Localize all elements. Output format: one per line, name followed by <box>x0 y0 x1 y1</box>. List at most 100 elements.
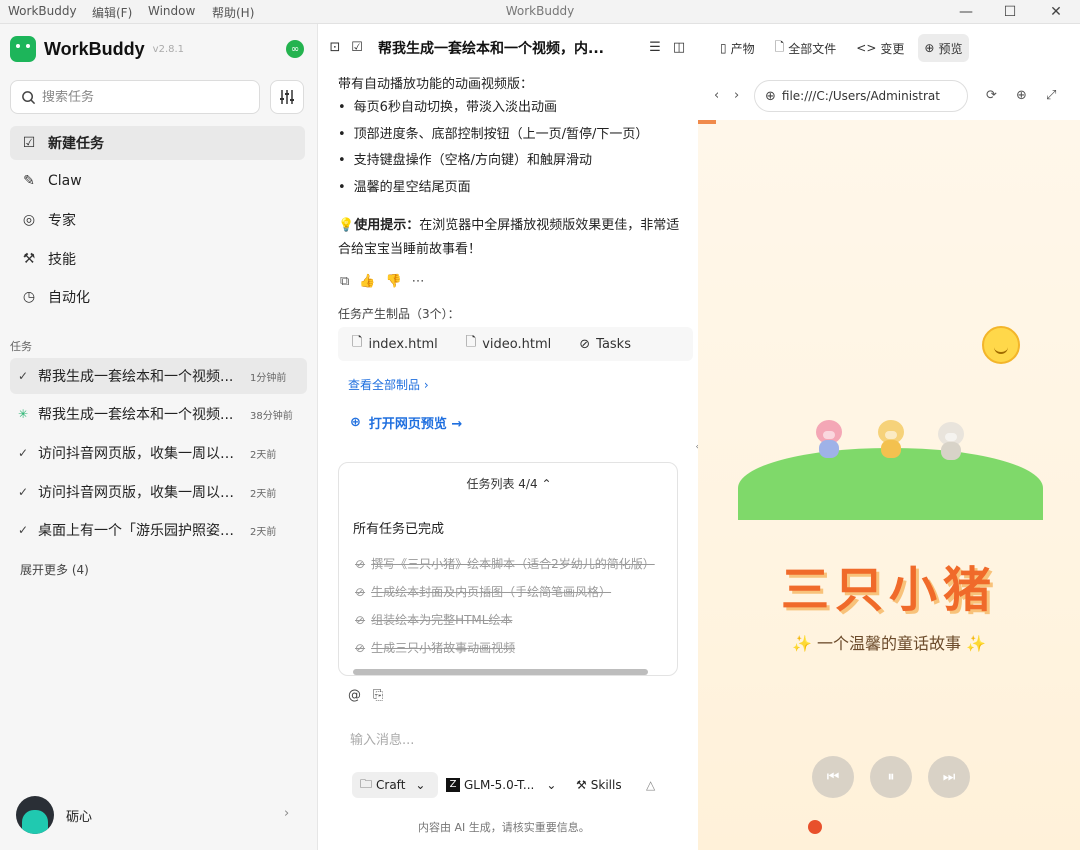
url-input[interactable] <box>781 89 952 103</box>
send-button[interactable]: △ <box>646 772 655 798</box>
tab-artifacts[interactable]: ▯ 产物 <box>714 34 761 62</box>
menu-edit[interactable]: 编辑(F) <box>92 4 132 21</box>
artifact-tasks[interactable]: ⊘ Tasks <box>579 337 631 352</box>
nav-claw[interactable]: ✎ Claw <box>10 164 305 198</box>
chevron-down-icon: ⌄ <box>546 778 557 792</box>
pig-illustration <box>938 422 964 464</box>
search-icon <box>22 90 36 104</box>
artifact-index[interactable]: 🗋 index.html <box>352 333 438 355</box>
task-title: 访问抖音网页版，收集一周以内... <box>38 446 246 462</box>
lightbulb-icon: 💡 <box>338 218 355 233</box>
file-icon: ▯ <box>720 41 727 55</box>
task-list-count: 任务列表 4/4 <box>466 477 538 491</box>
task-item[interactable]: ✓ 访问抖音网页版，收集一周以内... 2天前 <box>10 474 307 510</box>
chevron-right-icon[interactable]: › <box>284 806 289 821</box>
copy-icon[interactable]: ⧉ <box>340 274 349 289</box>
refresh-icon[interactable]: ⟳ <box>986 88 997 103</box>
filter-button[interactable] <box>270 80 304 114</box>
chat-title: 帮我生成一套绘本和一个视频，内... <box>378 41 604 57</box>
nav-expert[interactable]: ◎ 专家 <box>10 203 305 237</box>
tab-label: 预览 <box>938 41 963 56</box>
model-selector[interactable]: Z GLM-5.0-T... ⌄ <box>446 772 556 798</box>
check-circle-icon: ⊘ <box>355 556 366 571</box>
skills-button[interactable]: ⚒ Skills <box>576 772 622 798</box>
horizontal-scrollbar[interactable] <box>353 669 648 675</box>
attach-icon[interactable]: ⎘ <box>373 688 383 703</box>
check-icon: ✓ <box>18 523 29 537</box>
mode-selector[interactable]: 🗀 Craft ⌄ <box>352 772 438 798</box>
send-icon: △ <box>646 778 656 792</box>
task-item[interactable]: ✳ 帮我生成一套绘本和一个视频... 38分钟前 <box>10 396 307 432</box>
task-item[interactable]: ✓ 访问抖音网页版，收集一周以内... 2天前 <box>10 435 307 471</box>
search-input[interactable] <box>42 89 242 105</box>
page-indicator-dot[interactable] <box>808 820 822 834</box>
task-item[interactable]: ✓ 帮我生成一套绘本和一个视频... 1分钟前 <box>10 358 307 394</box>
see-all-artifacts-link[interactable]: 查看全部制品 › <box>348 376 429 393</box>
preview-pane: ▯产物 🗋全部文件 <>变更 ⊕预览 ‹ › ⊕ ⟳ ⊕ ⤢ 三只小猪 ✨ 一个… <box>698 24 1080 850</box>
nav-new-task[interactable]: ☑ 新建任务 <box>10 126 305 160</box>
nav-skills[interactable]: ⚒ 技能 <box>10 242 305 276</box>
forward-icon[interactable]: › <box>734 88 739 103</box>
version-label: v2.8.1 <box>152 43 185 55</box>
browser-globe-icon[interactable]: ⊕ <box>1016 88 1027 103</box>
task-title: 桌面上有一个「游乐园护照姿势... <box>38 523 246 539</box>
model-logo-icon: Z <box>446 778 460 792</box>
minimize-icon[interactable]: — <box>944 0 988 24</box>
tab-label: 变更 <box>880 41 905 56</box>
globe-icon: ⊕ <box>924 41 935 55</box>
message-input[interactable]: 输入消息... <box>350 729 414 748</box>
open-preview-label: 打开网页预览 → <box>368 417 463 432</box>
claw-icon: ✎ <box>23 173 35 189</box>
task-time: 2天前 <box>250 526 277 538</box>
artifact-name: index.html <box>368 336 438 352</box>
pause-button[interactable]: ⏸ <box>870 756 912 798</box>
thumbs-up-icon[interactable]: 👍 <box>359 274 375 289</box>
brand-row: WorkBuddy v2.8.1 <box>10 36 184 62</box>
menu-help[interactable]: 帮助(H) <box>212 4 254 21</box>
menu-icon[interactable]: ☰ <box>646 38 664 56</box>
back-icon[interactable]: ‹ <box>714 88 719 103</box>
tab-label: 全部文件 <box>788 41 837 56</box>
url-box: ⊕ <box>754 80 968 112</box>
task-title: 访问抖音网页版，收集一周以内... <box>38 485 246 501</box>
next-page-button[interactable]: ⏭ <box>928 756 970 798</box>
user-name: 砺心 <box>66 809 93 825</box>
brand-name: WorkBuddy <box>44 38 145 59</box>
menu-app[interactable]: WorkBuddy <box>8 4 77 18</box>
artifact-name: video.html <box>482 336 552 352</box>
tab-preview[interactable]: ⊕ 预览 <box>918 34 969 62</box>
tab-all-files[interactable]: 🗋 全部文件 <box>769 34 843 62</box>
panel-toggle-icon[interactable]: ◫ <box>670 38 688 56</box>
chevron-up-icon: ⌃ <box>541 477 552 491</box>
artifact-video[interactable]: 🗋 video.html <box>466 333 551 355</box>
close-icon[interactable]: ✕ <box>1034 0 1078 24</box>
nav-automation[interactable]: ◷ 自动化 <box>10 280 305 314</box>
mention-icon[interactable]: @ <box>348 688 361 703</box>
folder-icon: 🗀 <box>360 776 373 791</box>
title-bar: WorkBuddy 编辑(F) Window 帮助(H) WorkBuddy —… <box>0 0 1080 24</box>
fullscreen-icon[interactable]: ⤢ <box>1046 88 1056 103</box>
collapse-sidebar-icon[interactable]: ⊡ <box>326 38 344 56</box>
user-profile[interactable]: 砺心 <box>16 796 92 834</box>
sidebar: WorkBuddy v2.8.1 ∞ ☑ 新建任务 ✎ Claw ◎ 专家 ⚒ … <box>0 24 318 850</box>
link-status-icon[interactable]: ∞ <box>286 40 304 58</box>
tab-changes[interactable]: <> 变更 <box>850 34 910 62</box>
loading-icon: ✳ <box>18 407 29 421</box>
expand-more-link[interactable]: 展开更多 (4) <box>20 561 89 578</box>
skills-icon: ⚒ <box>576 778 587 792</box>
thumbs-down-icon[interactable]: 👎 <box>385 274 401 289</box>
edit-icon[interactable]: ☑ <box>348 38 366 56</box>
task-list-header[interactable]: 任务列表 4/4 ⌃ <box>339 475 677 492</box>
task-list-item: ⊘ 撰写《三只小猪》绘本脚本（适合2岁幼儿的简化版） <box>355 555 677 572</box>
tab-label: 产物 <box>730 41 755 56</box>
more-icon[interactable]: ⋯ <box>412 274 425 289</box>
skills-label: Skills <box>590 778 622 792</box>
previous-page-button[interactable]: ⏮ <box>812 756 854 798</box>
artifacts-list: 🗋 index.html 🗋 video.html ⊘ Tasks <box>338 327 693 361</box>
task-item[interactable]: ✓ 桌面上有一个「游乐园护照姿势... 2天前 <box>10 512 307 548</box>
maximize-icon[interactable]: ☐ <box>988 0 1032 24</box>
nav-label: 专家 <box>48 213 76 229</box>
open-preview-link[interactable]: ⊕ 打开网页预览 → <box>350 413 462 432</box>
menu-window[interactable]: Window <box>148 4 195 18</box>
check-icon: ✓ <box>18 485 29 499</box>
